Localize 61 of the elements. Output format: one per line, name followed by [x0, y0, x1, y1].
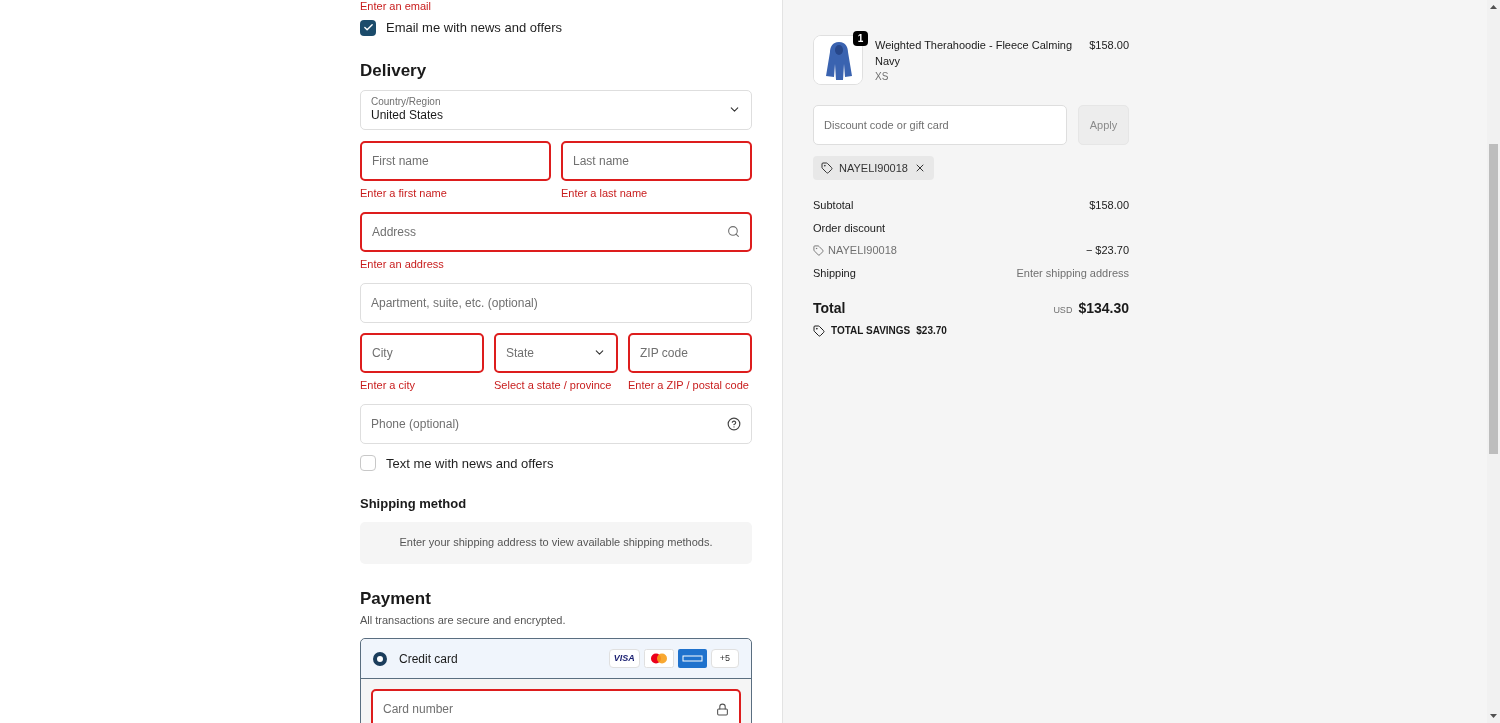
visa-badge: VISA — [608, 649, 640, 668]
error-message: Select a state / province — [494, 377, 613, 392]
discount-field[interactable]: Discount code or gift card — [813, 105, 1067, 145]
savings-value: $23.70 — [916, 324, 947, 338]
tag-icon — [813, 244, 824, 256]
section-heading: Shipping method — [360, 495, 468, 513]
summary-label: Order discount — [813, 220, 886, 236]
input-field[interactable]: Card number — [371, 689, 741, 723]
summary-value: − $23.70 — [1085, 243, 1129, 258]
error-message: Enter an email — [360, 0, 432, 12]
input-field[interactable]: Apartment, suite, etc. (optional) — [360, 282, 752, 323]
lock-icon — [716, 702, 729, 716]
currency-label: USD — [1053, 304, 1073, 317]
tag-icon — [821, 162, 833, 174]
search-icon — [727, 225, 740, 238]
input-field[interactable]: Address — [360, 211, 752, 252]
discount-code: NAYELI90018 — [813, 242, 897, 259]
input-field[interactable]: City — [360, 332, 484, 373]
input-field[interactable]: Last name — [561, 140, 752, 181]
checkbox-label: Email me with news and offers — [386, 19, 563, 37]
amex-icon — [677, 649, 707, 668]
shipping-notice: Enter your shipping address to view available shipping methods. — [360, 521, 752, 564]
product-size: XS — [875, 70, 890, 84]
checkbox[interactable] — [360, 19, 376, 36]
input-field[interactable]: ZIP code — [628, 332, 752, 373]
error-message: Enter a first name — [360, 185, 448, 200]
payment-option[interactable]: Credit card VISA +5 — [361, 639, 751, 679]
savings-label: TOTAL SAVINGS — [831, 324, 911, 338]
select-field[interactable]: State — [494, 332, 618, 373]
mastercard-icon — [643, 649, 674, 668]
scroll-down-icon — [1490, 714, 1497, 718]
section-heading: Payment — [360, 587, 432, 610]
payment-subtitle: All transactions are secure and encrypted. — [360, 612, 567, 628]
summary-value: $158.00 — [1089, 198, 1129, 213]
summary-value: Enter shipping address — [1016, 265, 1129, 281]
checkbox-label: Text me with news and offers — [386, 454, 554, 473]
error-message: Enter a last name — [561, 185, 649, 200]
error-message: Enter an address — [360, 256, 445, 271]
apply-button[interactable]: Apply — [1078, 105, 1129, 145]
scrollbar-thumb[interactable] — [1489, 144, 1498, 454]
total-label: Total — [813, 299, 846, 318]
product-price: $158.00 — [1089, 38, 1129, 53]
error-message: Enter a ZIP / postal code — [628, 377, 750, 392]
product-name: Weighted Therahoodie - Fleece Calming — [875, 38, 1074, 53]
help-icon — [727, 416, 741, 431]
summary-label: Subtotal — [813, 198, 854, 213]
tag-icon — [813, 324, 825, 337]
summary-label: Shipping — [813, 265, 856, 281]
input-field[interactable]: First name — [360, 140, 551, 181]
error-message: Enter a city — [360, 377, 417, 392]
product-variant: Navy — [875, 54, 902, 69]
checkbox[interactable] — [360, 455, 376, 472]
quantity-badge: 1 — [853, 31, 868, 46]
input-field[interactable]: Phone (optional) — [360, 403, 752, 444]
more-brands-badge: +5 — [710, 649, 739, 668]
country-select[interactable]: Country/Region United States — [360, 89, 752, 130]
scroll-up-icon — [1490, 5, 1497, 9]
discount-tag: NAYELI90018 — [813, 156, 934, 180]
total-value: $134.30 — [1078, 299, 1129, 318]
section-heading: Delivery — [360, 59, 428, 82]
radio-button[interactable] — [373, 651, 387, 666]
